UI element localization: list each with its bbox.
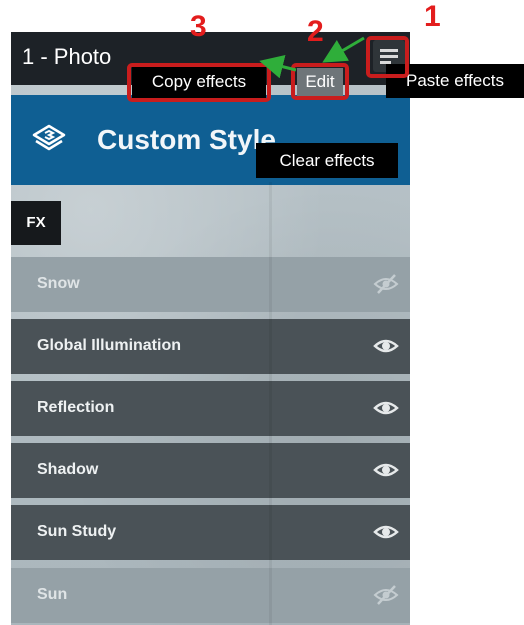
fx-badge: FX: [11, 201, 61, 245]
clear-effects-menu-item[interactable]: Clear effects: [256, 143, 398, 178]
eye-icon[interactable]: [373, 521, 399, 543]
step-number-1: 1: [424, 0, 441, 33]
layer-global-illumination[interactable]: Global Illumination: [11, 319, 410, 374]
eye-icon[interactable]: [373, 397, 399, 419]
layer-label: Reflection: [37, 399, 115, 416]
annotation-box-copy-effects: [127, 63, 271, 102]
layer-shadow[interactable]: Shadow: [11, 443, 410, 498]
annotation-box-menu: [366, 36, 409, 78]
layer-snow[interactable]: Snow: [11, 257, 410, 312]
style-title: Custom Style: [97, 124, 276, 155]
annotation-box-edit: [291, 63, 349, 100]
eye-hidden-icon[interactable]: [373, 584, 399, 606]
style-panel: 1 - Photo Custom Style FX Snow Global Il…: [11, 32, 410, 625]
layer-label: Sun: [37, 586, 68, 603]
layer-reflection[interactable]: Reflection: [11, 381, 410, 436]
layer-label: Shadow: [37, 461, 99, 478]
eye-icon[interactable]: [373, 335, 399, 357]
style-layers-icon: [32, 124, 66, 151]
eye-hidden-icon[interactable]: [373, 273, 399, 295]
layer-label: Global Illumination: [37, 337, 181, 354]
layer-sun[interactable]: Sun: [11, 568, 410, 623]
step-number-2: 2: [307, 15, 324, 48]
layer-sun-study[interactable]: Sun Study: [11, 505, 410, 560]
eye-icon[interactable]: [373, 459, 399, 481]
step-number-3: 3: [190, 10, 207, 43]
layer-label: Snow: [37, 275, 80, 292]
panel-title: 1 - Photo: [22, 44, 112, 69]
layer-label: Sun Study: [37, 523, 117, 540]
